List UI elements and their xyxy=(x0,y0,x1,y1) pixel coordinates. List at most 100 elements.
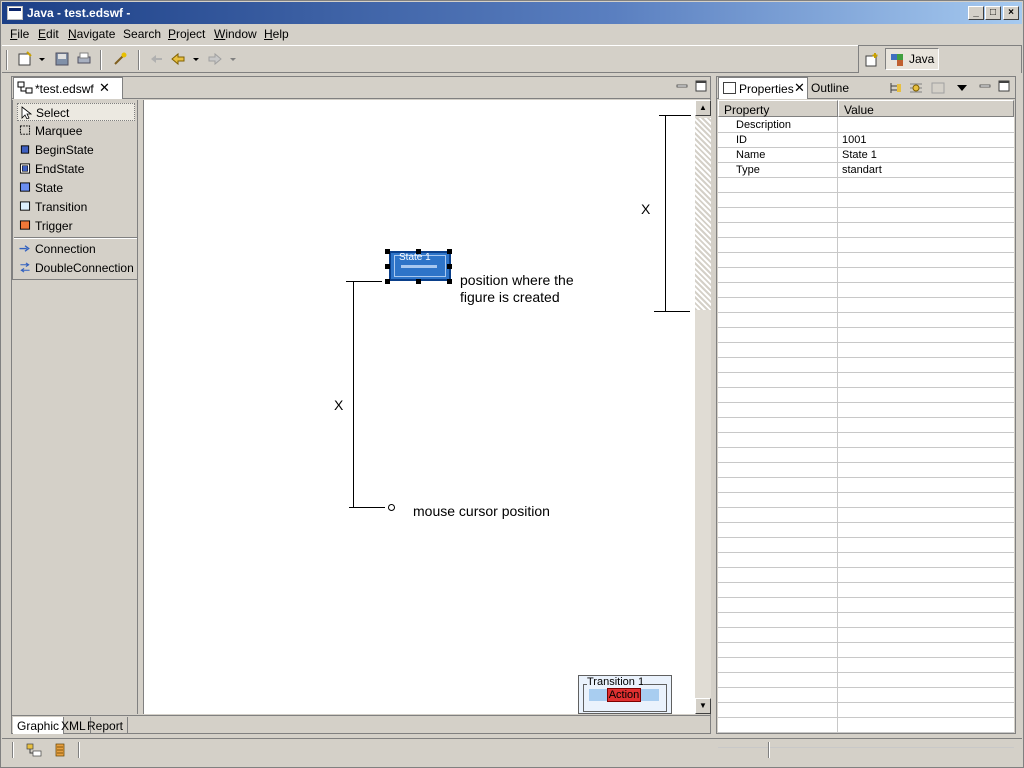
selection-handle[interactable] xyxy=(385,279,390,284)
palette-item-trigger[interactable]: Trigger xyxy=(17,217,135,235)
column-header-value[interactable]: Value xyxy=(838,100,1014,117)
selection-handle[interactable] xyxy=(416,249,421,254)
selection-handle[interactable] xyxy=(416,279,421,284)
app-icon xyxy=(7,6,23,20)
editor-tab-close-icon[interactable]: ✕ xyxy=(99,80,110,96)
table-row xyxy=(718,583,1014,598)
table-row[interactable]: Type standart xyxy=(718,163,1014,178)
title-bar: Java - test.edswf - _ □ × xyxy=(2,2,1022,24)
window-title: Java - test.edswf - xyxy=(27,6,131,20)
table-row xyxy=(718,508,1014,523)
state-figure[interactable]: State 1 xyxy=(389,251,451,281)
selection-handle[interactable] xyxy=(447,249,452,254)
double-connection-icon xyxy=(20,262,30,273)
table-row[interactable]: Description xyxy=(718,118,1014,133)
palette-item-state[interactable]: State xyxy=(17,179,135,197)
table-row xyxy=(718,343,1014,358)
view-menu-icon[interactable] xyxy=(956,82,968,94)
palette-background xyxy=(12,280,138,714)
table-row xyxy=(718,703,1014,718)
palette-item-endstate[interactable]: EndState xyxy=(17,160,135,178)
marquee-icon xyxy=(19,125,31,135)
forward-dropdown-icon[interactable] xyxy=(228,51,238,67)
editor-maximize-icon[interactable] xyxy=(695,80,707,92)
properties-maximize-icon[interactable] xyxy=(998,80,1010,92)
state-figure-label: State 1 xyxy=(399,252,431,263)
palette-item-connection[interactable]: Connection xyxy=(17,240,135,258)
menu-help[interactable]: Help xyxy=(264,27,289,41)
selection-handle[interactable] xyxy=(447,264,452,269)
table-row xyxy=(718,178,1014,193)
server-icon[interactable] xyxy=(52,742,68,758)
trigger-action-label[interactable]: Action xyxy=(607,688,641,702)
table-row xyxy=(718,388,1014,403)
new-file-icon[interactable] xyxy=(17,51,33,67)
table-row xyxy=(718,658,1014,673)
properties-close-icon[interactable]: ✕ xyxy=(794,80,805,96)
tool-wand-icon[interactable] xyxy=(112,51,128,67)
selection-handle[interactable] xyxy=(447,279,452,284)
editor-tab[interactable]: *test.edswf ✕ xyxy=(13,77,123,99)
restore-default-icon[interactable] xyxy=(930,80,946,96)
palette-separator xyxy=(14,237,137,239)
palette-item-doubleconnection[interactable]: DoubleConnection xyxy=(17,259,135,277)
toolbar-grip xyxy=(6,50,8,70)
selection-handle[interactable] xyxy=(385,249,390,254)
show-categories-icon[interactable] xyxy=(887,80,903,96)
minimize-button[interactable]: _ xyxy=(968,6,984,20)
table-row xyxy=(718,673,1014,688)
print-icon[interactable] xyxy=(76,51,92,67)
table-row xyxy=(718,478,1014,493)
new-dropdown-icon[interactable] xyxy=(37,51,47,67)
editor-bottom-tabs: Graphic XML Report xyxy=(12,715,710,734)
palette-item-select[interactable]: Select xyxy=(17,103,135,121)
back-icon[interactable] xyxy=(170,51,186,67)
save-icon[interactable] xyxy=(54,51,70,67)
table-row xyxy=(718,238,1014,253)
end-state-icon xyxy=(19,163,31,174)
tab-outline[interactable]: Outline xyxy=(811,81,849,95)
show-advanced-icon[interactable] xyxy=(908,80,924,96)
editor-minimize-icon[interactable] xyxy=(676,80,688,92)
close-button[interactable]: × xyxy=(1003,6,1019,20)
tab-report[interactable]: Report xyxy=(83,717,129,734)
menu-navigate[interactable]: Navigate xyxy=(68,27,115,41)
forward-icon[interactable] xyxy=(207,51,223,67)
scrollbar-thumb[interactable] xyxy=(695,118,711,310)
diagram-canvas[interactable]: X X State 1 position where the figure is… xyxy=(143,100,695,714)
properties-minimize-icon[interactable] xyxy=(979,80,991,92)
table-row xyxy=(718,208,1014,223)
scroll-down-icon[interactable]: ▼ xyxy=(695,698,711,714)
maximize-button[interactable]: □ xyxy=(985,6,1001,20)
note-figure-created-line1: position where the xyxy=(460,272,574,288)
dim-bottom-tick-right xyxy=(654,311,690,312)
menu-edit[interactable]: Edit xyxy=(38,27,59,41)
table-row[interactable]: Name State 1 xyxy=(718,148,1014,163)
scroll-up-icon[interactable]: ▲ xyxy=(695,100,711,116)
transition-figure[interactable]: Transition 1 Action xyxy=(578,675,672,714)
back-dropdown-icon[interactable] xyxy=(191,51,201,67)
tab-properties[interactable]: Properties ✕ xyxy=(718,77,808,99)
back-last-edit-icon[interactable] xyxy=(148,51,164,67)
table-row xyxy=(718,433,1014,448)
column-header-property[interactable]: Property xyxy=(718,100,838,117)
java-perspective-button[interactable]: Java xyxy=(885,48,939,70)
selection-handle[interactable] xyxy=(385,264,390,269)
menu-project[interactable]: Project xyxy=(168,27,205,41)
table-row[interactable]: ID 1001 xyxy=(718,133,1014,148)
palette-item-beginstate[interactable]: BeginState xyxy=(17,141,135,159)
table-row xyxy=(718,523,1014,538)
palette: Select Marquee BeginState EndState State… xyxy=(12,100,138,280)
fast-view-icon[interactable] xyxy=(26,742,42,758)
open-perspective-icon[interactable] xyxy=(864,52,880,68)
trigger-icon xyxy=(19,220,31,230)
perspective-bar xyxy=(858,45,1022,73)
menu-search[interactable]: Search xyxy=(123,27,161,41)
menu-file[interactable]: File xyxy=(10,27,29,41)
arrow-pointer-icon xyxy=(21,106,32,119)
palette-item-marquee[interactable]: Marquee xyxy=(17,122,135,140)
canvas-vertical-scrollbar[interactable]: ▲ ▼ xyxy=(695,100,711,714)
menu-window[interactable]: Window xyxy=(214,27,257,41)
palette-item-transition[interactable]: Transition xyxy=(17,198,135,216)
properties-table: Property Value Description ID 1001 Name St… xyxy=(718,100,1014,748)
